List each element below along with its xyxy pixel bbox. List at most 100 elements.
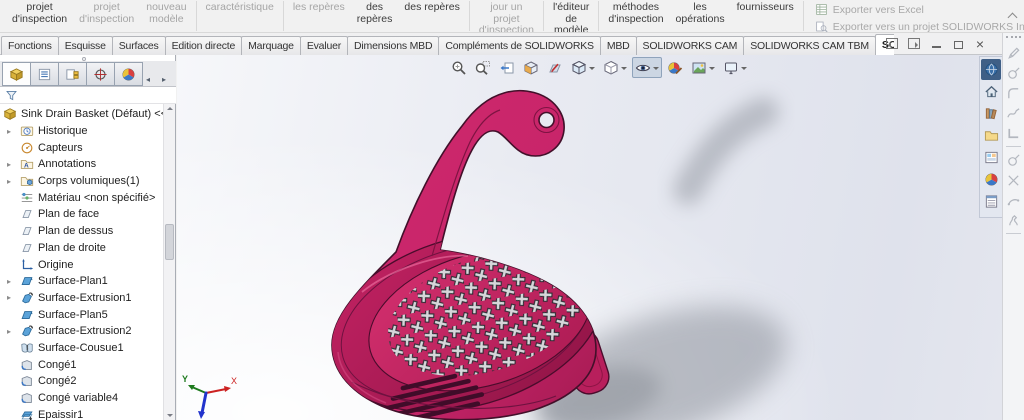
design-library-tab[interactable] [981,103,1001,124]
edit-suppliers[interactable]: fournisseurs [731,1,800,14]
expand-arrow-icon[interactable]: ▸ [7,293,20,302]
scrollbar-thumb[interactable] [165,224,174,260]
new-inspection-project[interactable]: projet d'inspection [6,1,73,25]
tree-origine[interactable]: Origine [0,256,164,273]
chevron-down-icon[interactable] [653,66,659,73]
tree-surface-extrusion1[interactable]: ▸ Surface-Extrusion1 [0,290,164,307]
edit-appearance-button[interactable] [664,57,686,78]
tree-root-item[interactable]: Sink Drain Basket (Défaut) <<Défaut [0,106,164,123]
previous-view-button[interactable] [496,57,518,78]
create-new-template[interactable]: nouveau modèle [140,1,192,25]
hide-show-items-button[interactable] [632,57,662,78]
edit-inspection-methods[interactable]: méthodes d'inspection [602,1,669,25]
sketch-tool-icon [1006,173,1021,188]
tab-fonctions[interactable]: Fonctions [1,36,59,55]
expand-arrow-icon[interactable]: ▸ [7,177,20,186]
tab-esquisse[interactable]: Esquisse [57,36,113,55]
pane-collapse-left-icon[interactable] [884,36,900,51]
featuremanager-tab[interactable] [2,62,31,86]
tree-conge-variable4[interactable]: Congé variable4 [0,390,164,407]
expand-arrow-icon[interactable]: ▸ [7,277,20,286]
tab-surfaces[interactable]: Surfaces [111,36,166,55]
minimize-button[interactable] [928,36,944,51]
tree-plan-de-dessus[interactable]: Plan de dessus [0,223,164,240]
view-settings-button[interactable] [720,57,750,78]
tree-capteurs[interactable]: Capteurs [0,139,164,156]
zoom-to-area-button[interactable] [472,57,494,78]
chevron-down-icon[interactable] [741,66,747,73]
scroll-up-icon[interactable] [166,107,173,110]
deselect-markers[interactable]: des repères [398,1,465,14]
propertymanager-tab[interactable] [30,62,59,86]
apply-scene-button[interactable] [688,57,718,78]
toolbar-grip[interactable] [1006,36,1021,40]
section-view-button[interactable] [520,57,542,78]
solidworks-resources-tab[interactable] [981,81,1001,102]
tree-surface-plan5[interactable]: Surface-Plan5 [0,306,164,323]
tab-solidworks-cam[interactable]: SOLIDWORKS CAM [635,36,745,55]
expand-arrow-icon[interactable]: ▸ [7,327,20,336]
tab-mbd[interactable]: MBD [599,36,637,55]
filter-funnel-icon[interactable] [5,89,18,102]
view-orientation-button[interactable] [568,57,598,78]
tree-annotations[interactable]: ▸ Annotations [0,156,164,173]
chevron-down-icon[interactable] [709,66,715,73]
tree-scrollbar[interactable] [163,104,175,420]
tree-epaissir1[interactable]: Epaissir1 [0,406,164,420]
restore-button[interactable] [950,36,967,51]
tree-corps-volumiques[interactable]: ▸ Corps volumiques(1) [0,173,164,190]
display-style-button[interactable] [600,57,630,78]
tree-surface-plan1[interactable]: ▸ Surface-Plan1 [0,273,164,290]
tree-conge2[interactable]: Congé2 [0,373,164,390]
tree-historique[interactable]: ▸ Historique [0,123,164,140]
chevron-down-icon[interactable] [589,66,595,73]
model-canvas: X Y [182,89,787,420]
sketch-tool-trim [1003,170,1024,190]
edit-inspection-project[interactable]: projet d'inspection [73,1,140,25]
update-inspection-project[interactable]: jour un projet d'inspection [473,1,540,32]
appearances-scenes-tab[interactable] [981,169,1001,190]
close-button[interactable]: × [972,36,988,51]
tab-evaluer[interactable]: Evaluer [299,36,349,55]
tree-conge1[interactable]: Congé1 [0,356,164,373]
quit-template-editor[interactable]: l'éditeur de modèle [547,1,595,32]
tab-solidworks-cam-tbm[interactable]: SOLIDWORKS CAM TBM [743,36,876,55]
edit-operations[interactable]: les opérations [670,1,731,25]
custom-properties-tab[interactable] [981,191,1001,212]
pane-collapse-right-icon[interactable] [906,36,922,51]
expand-arrow-icon[interactable]: ▸ [7,160,20,169]
threedexperience-tab[interactable] [981,59,1001,80]
add-characteristic[interactable]: caractéristique [200,1,280,14]
export-to-excel[interactable]: Exporter vers Excel [815,3,1024,16]
zoom-to-fit-button[interactable] [448,57,470,78]
tree-surface-cousue1[interactable]: Surface-Cousue1 [0,340,164,357]
tab-complements-solidworks[interactable]: Compléments de SOLIDWORKS [438,36,601,55]
dynamic-annotation-views-button[interactable] [544,57,566,78]
tree-materiau[interactable]: Matériau <non spécifié> [0,189,164,206]
export-to-inspection-project[interactable]: Exporter vers un projet SOLIDWORKS Inspe… [815,20,1024,32]
dimxpertmanager-tab[interactable] [86,62,115,86]
displaymanager-tab[interactable] [114,62,143,86]
graphics-viewport[interactable]: X Y [177,55,1002,420]
chevron-down-icon[interactable] [621,66,627,73]
scroll-down-icon[interactable] [166,414,173,417]
sketch-toolbar [1002,33,1024,420]
view-palette-tab[interactable] [981,147,1001,168]
tree-item-icon [20,274,34,288]
tree-surface-extrusion2[interactable]: ▸ Surface-Extrusion2 [0,323,164,340]
tab-edition-directe[interactable]: Edition directe [164,36,243,55]
tree-plan-de-face[interactable]: Plan de face [0,206,164,223]
tab-dimensions-mbd[interactable]: Dimensions MBD [347,36,440,55]
file-explorer-tab[interactable] [981,125,1001,146]
adjust-markers[interactable]: les repères [287,1,351,14]
expand-arrow-icon[interactable]: ▸ [7,127,20,136]
tree-plan-de-droite[interactable]: Plan de droite [0,240,164,257]
panel-tab-scroll-left-icon[interactable]: ◂ [143,75,153,84]
panel-tab-icon [9,67,24,82]
sketch-tool-icon [1006,126,1021,141]
tab-marquage[interactable]: Marquage [241,36,301,55]
configurationmanager-tab[interactable] [58,62,87,86]
headsup-icon [547,60,563,76]
panel-tab-scroll-right-icon[interactable]: ▸ [159,75,169,84]
delete-markers[interactable]: des repères [351,1,399,25]
